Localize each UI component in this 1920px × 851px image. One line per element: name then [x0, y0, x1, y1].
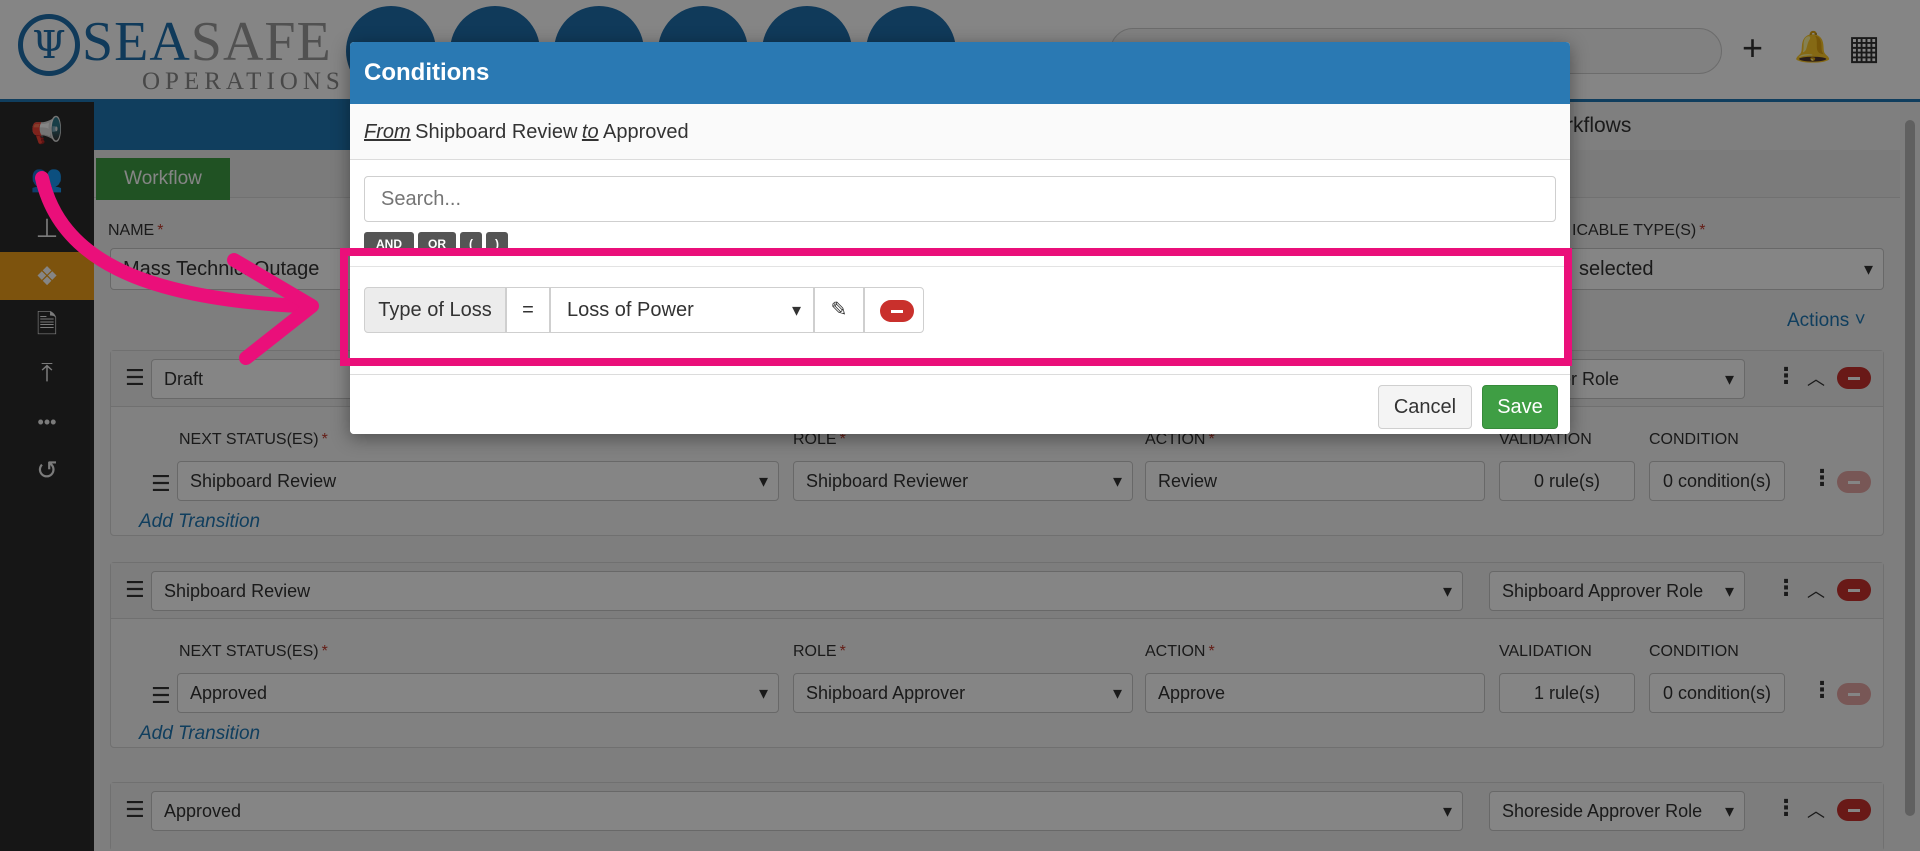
cancel-button[interactable]: Cancel — [1378, 385, 1472, 429]
dialog-header: Conditions — [350, 42, 1570, 104]
save-button[interactable]: Save — [1482, 385, 1558, 429]
transition-summary-text: From Shipboard Review to Approved — [364, 121, 689, 144]
dialog-title: Conditions — [364, 59, 490, 86]
to-status: Approved — [603, 121, 689, 143]
conditions-dialog: Conditions From Shipboard Review to Appr… — [350, 42, 1570, 434]
transition-summary: From Shipboard Review to Approved — [350, 104, 1570, 160]
tutorial-arrow-icon — [35, 171, 319, 365]
condition-search-input[interactable] — [364, 176, 1556, 222]
from-status: Shipboard Review — [415, 121, 578, 143]
tutorial-highlight-box — [340, 248, 1572, 366]
from-word: From — [364, 121, 411, 143]
dialog-footer: Cancel Save — [350, 374, 1570, 434]
to-word: to — [581, 121, 599, 143]
